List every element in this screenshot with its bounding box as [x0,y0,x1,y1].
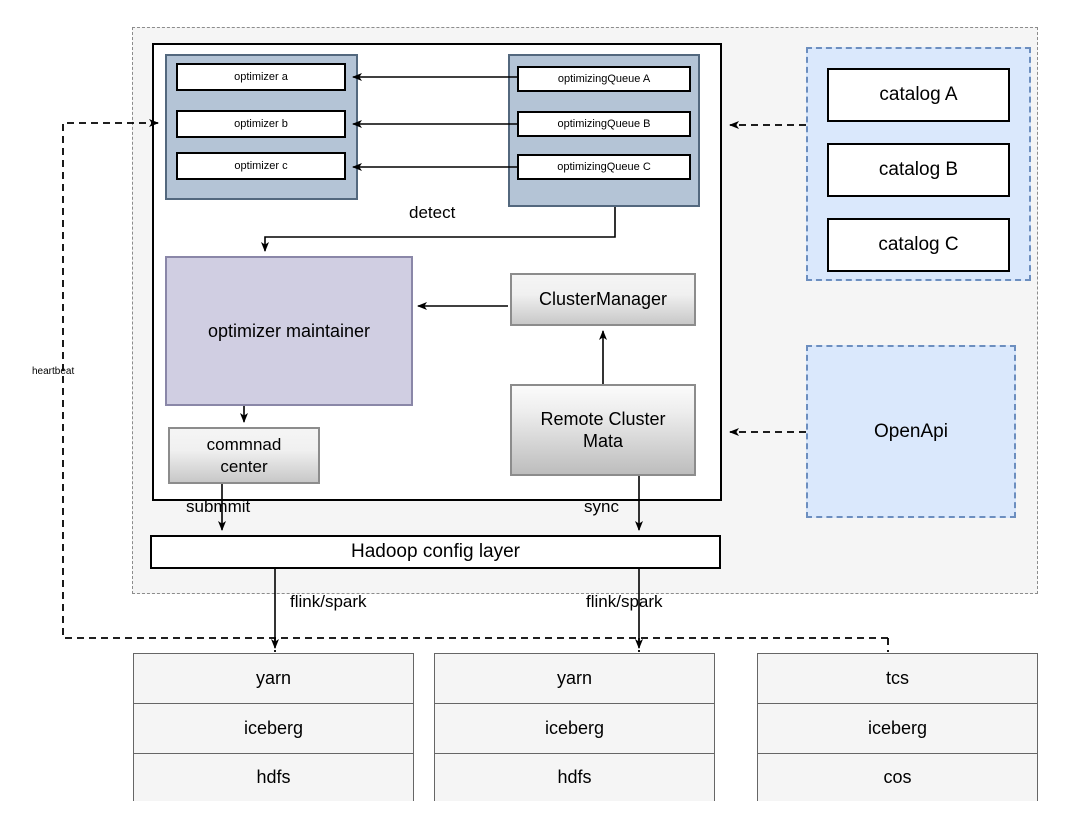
optimizing-queue-b-box[interactable]: optimizingQueue B [517,111,691,137]
stack-right-cell-2-label: cos [883,767,912,787]
optimizer-maintainer-label: optimizer maintainer [207,320,371,341]
detect-label: detect [409,203,456,222]
command-center-line2: center [220,456,268,476]
optimizing-queue-c-box[interactable]: optimizingQueue C [517,154,691,180]
catalog-a-label: catalog A [879,84,958,105]
catalog-c-label: catalog C [878,234,959,255]
optimizer-a-label: optimizer a [234,71,288,83]
stack-middle-cell-2-label: hdfs [557,767,592,787]
command-center-box[interactable]: commnad center [168,427,320,484]
stack-left-cell-1[interactable]: iceberg [134,704,413,754]
cluster-manager-box[interactable]: ClusterManager [510,273,696,326]
stack-left: yarn iceberg hdfs [133,653,414,801]
catalog-b-box[interactable]: catalog B [827,143,1010,197]
optimizer-b-box[interactable]: optimizer b [176,110,346,138]
stack-left-cell-0[interactable]: yarn [134,654,413,704]
optimizing-queue-a-box[interactable]: optimizingQueue A [517,66,691,92]
optimizing-queue-c-label: optimizingQueue C [557,161,651,173]
optimizer-c-label: optimizer c [234,160,288,172]
optimizer-b-label: optimizer b [234,118,288,130]
cluster-manager-label: ClusterManager [538,289,668,310]
stack-right-cell-0[interactable]: tcs [758,654,1037,704]
stack-middle-cell-2[interactable]: hdfs [435,754,714,801]
stack-middle-cell-0-label: yarn [556,668,592,688]
stack-left-cell-1-label: iceberg [243,718,304,738]
stack-middle-cell-1-label: iceberg [544,718,605,738]
stack-middle: yarn iceberg hdfs [434,653,715,801]
optimizing-queue-b-label: optimizingQueue B [557,118,651,130]
stack-left-cell-2[interactable]: hdfs [134,754,413,801]
remote-cluster-meta-line2: Mata [582,431,623,451]
catalog-a-box[interactable]: catalog A [827,68,1010,122]
heartbeat-label: heartbeat [32,366,75,377]
sync-label: sync [584,497,619,516]
diagram-canvas: optimizer a optimizer b optimizer c opti… [0,0,1080,827]
optimizing-queue-a-label: optimizingQueue A [557,73,651,85]
openapi-label: OpenApi [874,420,948,442]
flink-spark-right-label: flink/spark [586,592,663,611]
submit-label: submmit [186,497,251,516]
stack-left-cell-0-label: yarn [255,668,291,688]
remote-cluster-meta-line1: Remote Cluster [540,408,666,429]
stack-right-cell-1[interactable]: iceberg [758,704,1037,754]
optimizer-maintainer-box[interactable]: optimizer maintainer [165,256,413,406]
stack-right-cell-0-label: tcs [885,668,909,688]
stack-right-cell-1-label: iceberg [867,718,928,738]
stack-middle-cell-1[interactable]: iceberg [435,704,714,754]
optimizer-a-box[interactable]: optimizer a [176,63,346,91]
stack-left-cell-2-label: hdfs [256,767,291,787]
command-center-line1: commnad [206,435,282,455]
hadoop-config-layer-label: Hadoop config layer [351,541,520,562]
stack-right: tcs iceberg cos [757,653,1038,801]
catalog-b-label: catalog B [878,159,959,180]
openapi-panel[interactable]: OpenApi [806,345,1016,518]
optimizer-c-box[interactable]: optimizer c [176,152,346,180]
stack-middle-cell-0[interactable]: yarn [435,654,714,704]
remote-cluster-meta-box[interactable]: Remote Cluster Mata [510,384,696,476]
flink-spark-left-label: flink/spark [290,592,367,611]
stack-right-cell-2[interactable]: cos [758,754,1037,801]
catalog-c-box[interactable]: catalog C [827,218,1010,272]
hadoop-config-layer-box[interactable]: Hadoop config layer [150,535,721,569]
